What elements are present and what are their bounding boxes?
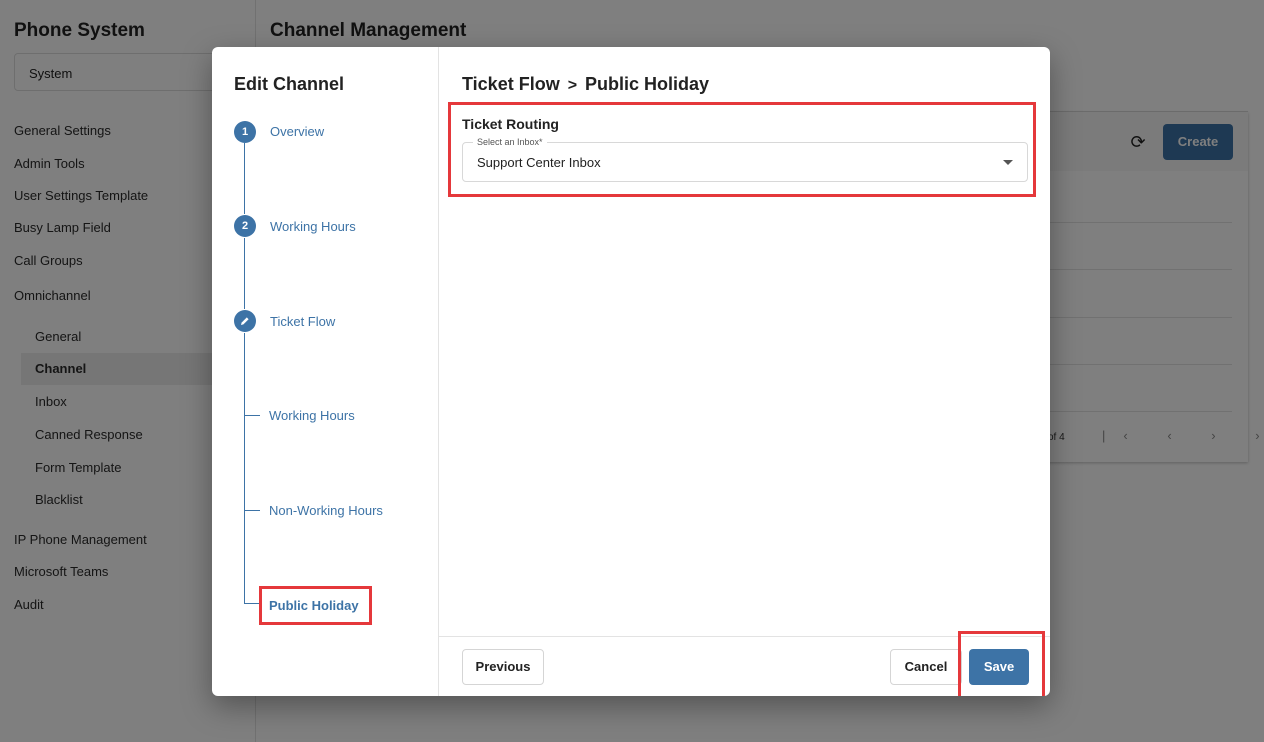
inbox-select[interactable]: Select an Inbox* Support Center Inbox bbox=[462, 137, 1028, 182]
dialog-title: Edit Channel bbox=[234, 74, 345, 94]
substep-tick bbox=[244, 415, 260, 416]
stepper-panel: Edit Channel 1 Overview 2 Working Hours … bbox=[212, 47, 439, 696]
step-3-indicator bbox=[234, 310, 256, 332]
cancel-button[interactable]: Cancel bbox=[890, 649, 962, 685]
step-working-hours[interactable]: Working Hours bbox=[270, 219, 356, 234]
stepper-connector bbox=[244, 143, 245, 214]
substep-non-working-hours[interactable]: Non-Working Hours bbox=[269, 503, 383, 518]
highlight-public-holiday bbox=[259, 586, 372, 625]
breadcrumb-current: Public Holiday bbox=[585, 74, 710, 94]
inbox-select-value: Support Center Inbox bbox=[477, 155, 601, 170]
ticket-routing-heading: Ticket Routing bbox=[462, 116, 559, 132]
chevron-down-icon[interactable] bbox=[1003, 160, 1013, 165]
edit-channel-dialog: Edit Channel 1 Overview 2 Working Hours … bbox=[212, 47, 1050, 696]
chevron-right-icon: > bbox=[567, 77, 578, 94]
step-ticket-flow[interactable]: Ticket Flow bbox=[270, 314, 335, 329]
step-1-indicator: 1 bbox=[234, 121, 256, 143]
stepper-connector bbox=[244, 238, 245, 309]
dialog-footer: Previous Cancel Save bbox=[439, 631, 1050, 696]
substep-tick bbox=[244, 510, 260, 511]
step-2-indicator: 2 bbox=[234, 215, 256, 237]
step-overview[interactable]: Overview bbox=[270, 124, 324, 139]
previous-button[interactable]: Previous bbox=[462, 649, 544, 685]
substep-working-hours[interactable]: Working Hours bbox=[269, 408, 355, 423]
inbox-select-label: Select an Inbox* bbox=[473, 137, 547, 147]
stepper-connector bbox=[244, 333, 245, 603]
pencil-icon bbox=[241, 317, 249, 325]
step-content-panel: Ticket Flow > Public Holiday Ticket Routin… bbox=[439, 47, 1050, 696]
breadcrumb: Ticket Flow > Public Holiday bbox=[462, 74, 709, 95]
breadcrumb-parent[interactable]: Ticket Flow bbox=[462, 74, 560, 94]
highlight-save bbox=[958, 631, 1045, 696]
substep-tick bbox=[244, 603, 260, 604]
